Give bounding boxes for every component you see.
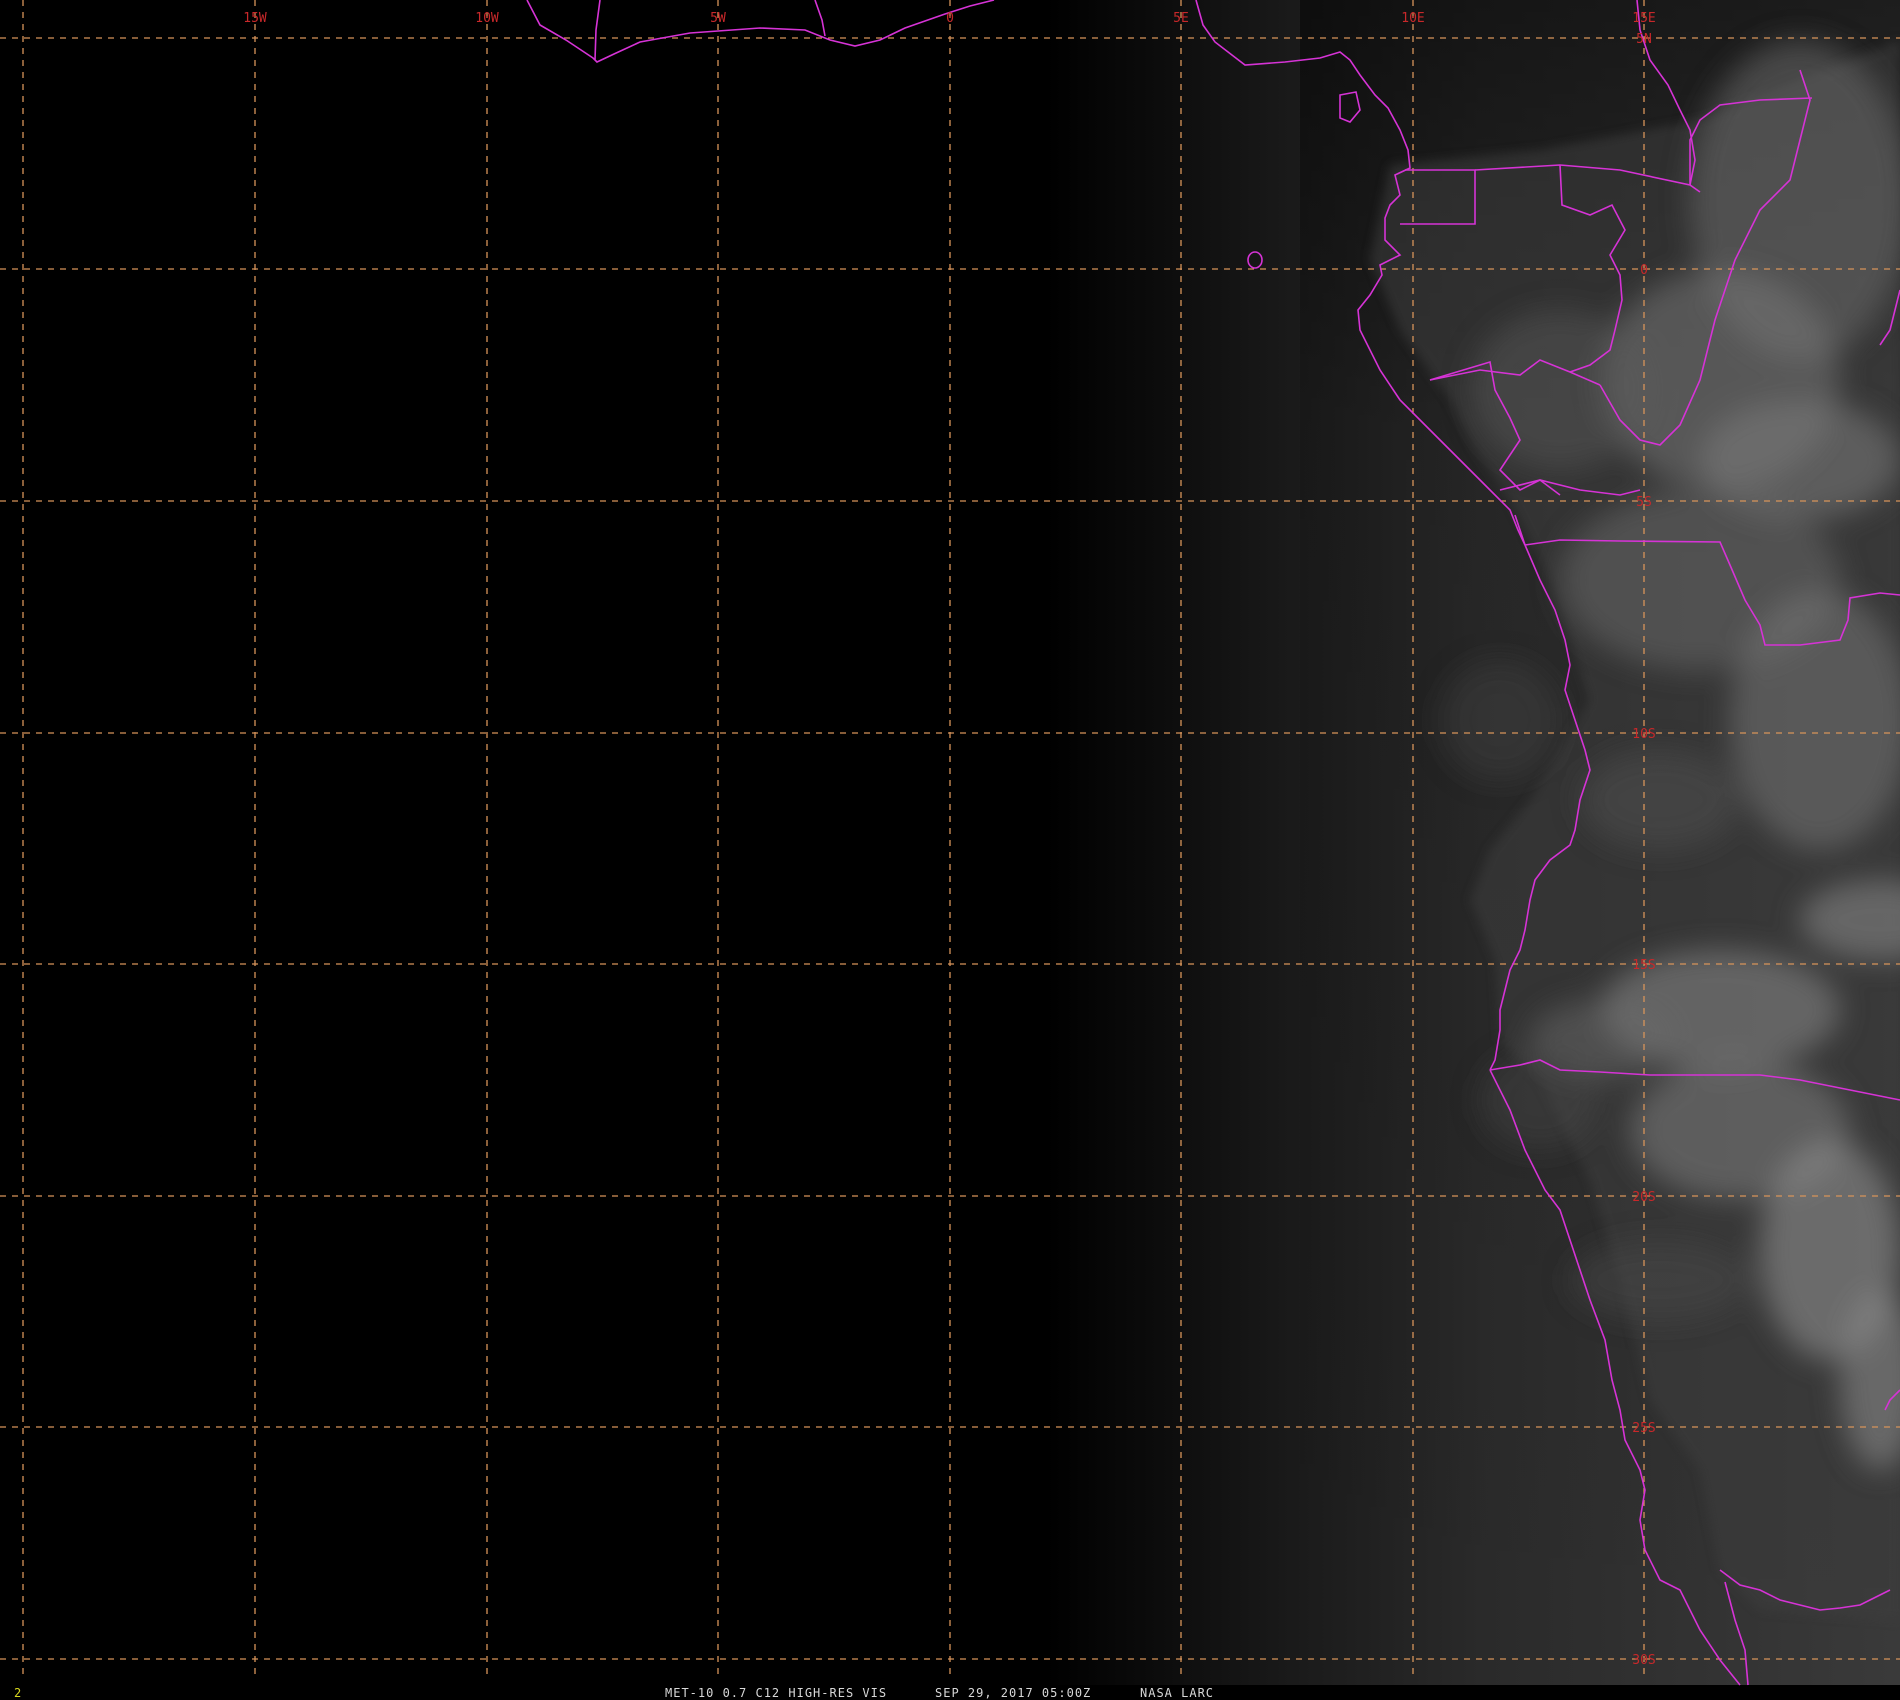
caption-product: MET-10 0.7 C12 HIGH-RES VIS (665, 1686, 887, 1700)
longitude-label: 5E (1173, 11, 1189, 26)
longitude-label: 10W (475, 11, 499, 26)
latitude-label: 0 (1640, 263, 1648, 278)
longitude-label: 10E (1401, 11, 1424, 26)
latitude-label: 5N (1636, 32, 1652, 47)
latitude-label: 15S (1632, 958, 1655, 973)
latitude-label: 30S (1632, 1653, 1655, 1668)
latitude-label: 25S (1632, 1421, 1655, 1436)
frame-number: 2 (14, 1686, 21, 1700)
image-caption: 2 MET-10 0.7 C12 HIGH-RES VIS SEP 29, 20… (14, 1686, 1214, 1700)
caption-time: SEP 29, 2017 05:00Z (935, 1686, 1091, 1700)
longitude-label: 15W (243, 11, 267, 26)
latitude-label: 5S (1636, 495, 1652, 510)
latitude-label: 10S (1632, 727, 1655, 742)
longitude-label: 0 (946, 11, 954, 26)
caption-source: NASA LARC (1140, 1686, 1214, 1700)
latitude-label: 20S (1632, 1190, 1655, 1205)
longitude-label: 5W (710, 11, 726, 26)
satellite-image: 15W 10W 5W 0 5E 10E 15E 5N 0 5S 10S 15S 20S 25S 30S 2… (0, 0, 1900, 1700)
longitude-label: 15E (1632, 11, 1655, 26)
